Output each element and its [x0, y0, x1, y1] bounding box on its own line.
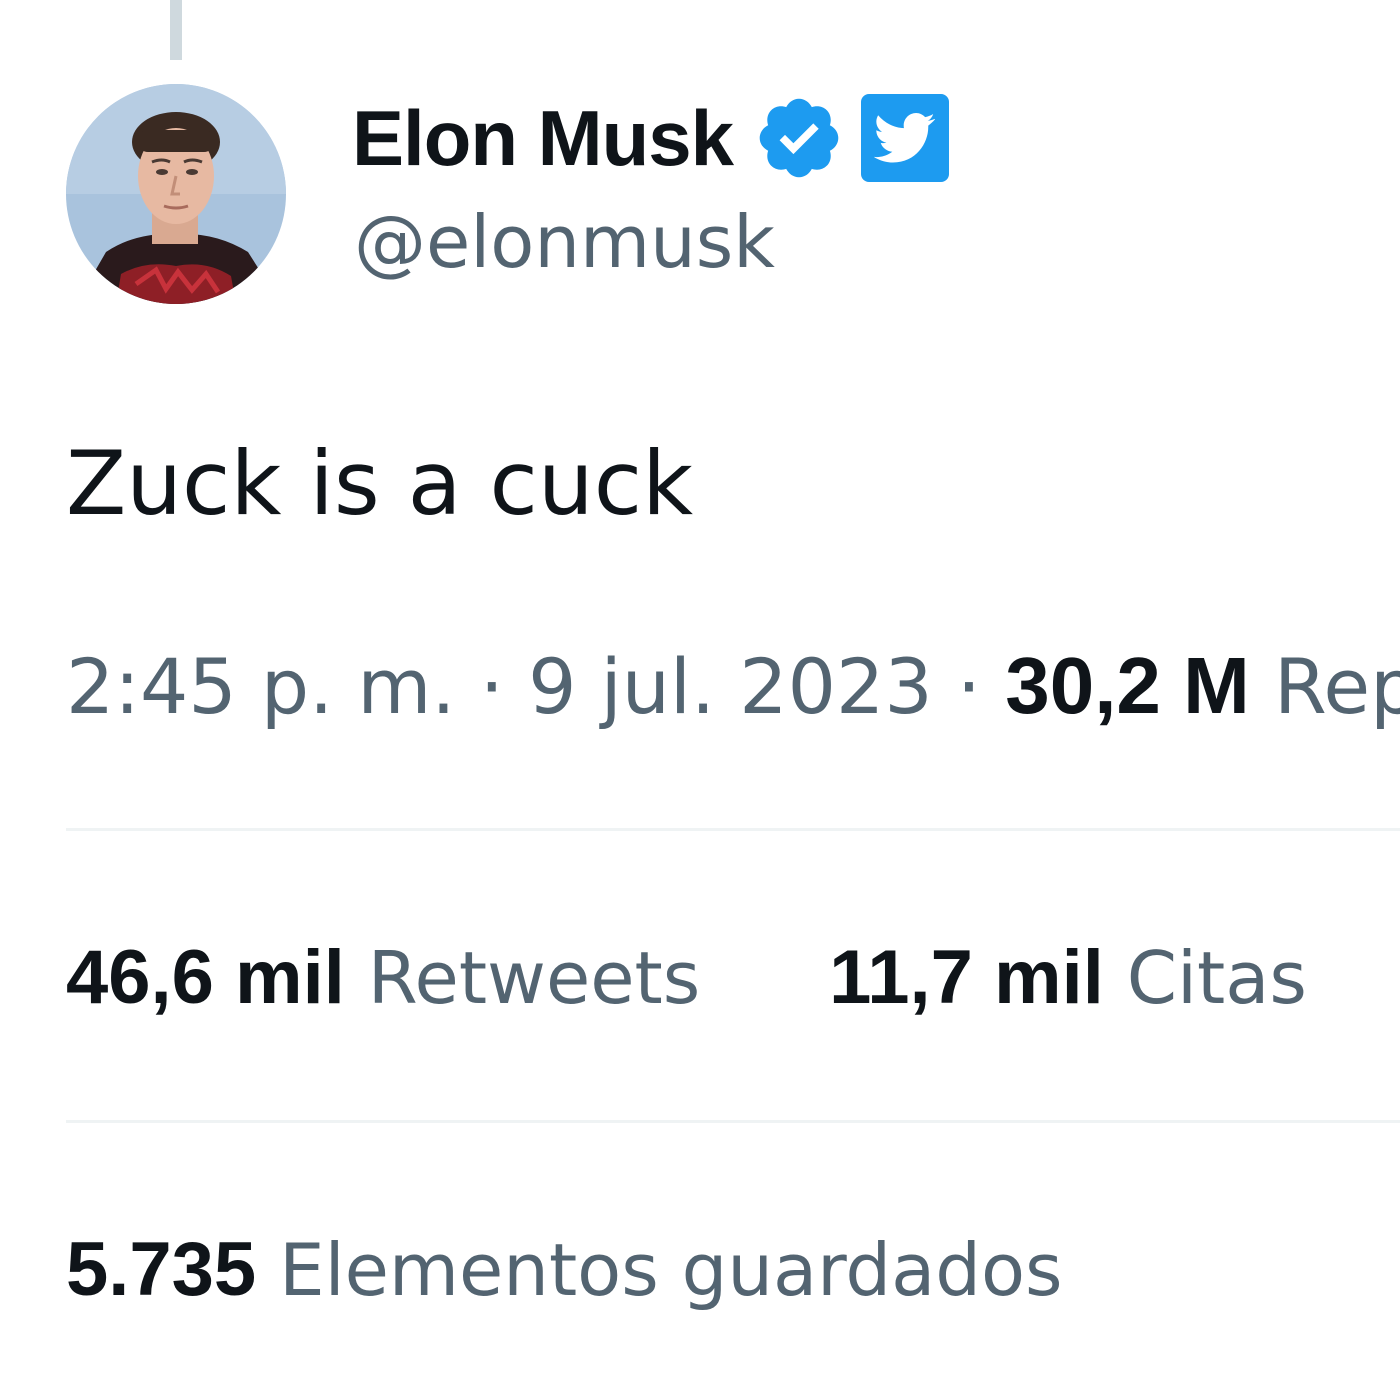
avatar[interactable]	[66, 84, 286, 304]
retweets-count: 46,6 mil	[66, 935, 345, 1020]
engagement-stats: 46,6 mil Retweets 11,7 mil Citas	[66, 934, 1400, 1021]
tweet-time[interactable]: 2:45 p. m.	[66, 642, 456, 731]
verified-badge-icon	[753, 92, 845, 184]
twitter-bird-icon	[861, 94, 950, 182]
bookmarks-count: 5.735	[66, 1227, 257, 1312]
bookmarks-stat: 5.735 Elementos guardados	[66, 1226, 1063, 1313]
retweets-label: Retweets	[367, 936, 701, 1020]
quotes-count: 11,7 mil	[829, 935, 1104, 1020]
divider	[66, 1120, 1400, 1123]
quotes-stat[interactable]: 11,7 mil Citas	[829, 934, 1307, 1021]
tweet-text: Zuck is a cuck	[66, 432, 694, 535]
retweets-stat[interactable]: 46,6 mil Retweets	[66, 934, 700, 1021]
author-handle[interactable]: @elonmusk	[354, 200, 775, 284]
tweet-date[interactable]: 9 jul. 2023	[528, 642, 933, 731]
views-count: 30,2 M	[1005, 641, 1250, 730]
meta-separator: ·	[956, 642, 1006, 731]
meta-separator: ·	[479, 642, 529, 731]
author-display-name[interactable]: Elon Musk	[352, 93, 734, 184]
profile-photo	[66, 84, 286, 304]
divider	[66, 828, 1400, 831]
author-name-row[interactable]: Elon Musk	[352, 92, 950, 184]
thread-connector-line	[170, 0, 182, 60]
tweet-meta: 2:45 p. m. · 9 jul. 2023 · 30,2 M Repr	[66, 640, 1400, 732]
quotes-label: Citas	[1126, 936, 1307, 1020]
views-label: Repr	[1273, 642, 1400, 731]
bookmarks-label: Elementos guardados	[279, 1228, 1063, 1312]
